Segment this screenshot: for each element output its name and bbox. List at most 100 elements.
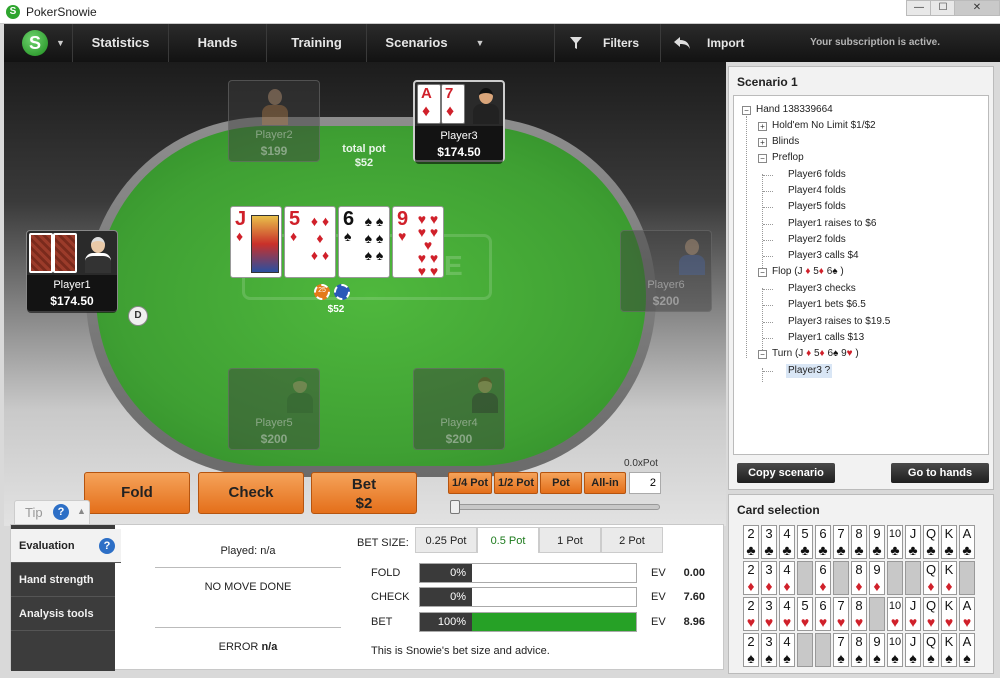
filters-button[interactable]: Filters [554, 24, 660, 62]
selectable-card[interactable]: J ♠ [905, 633, 921, 667]
selectable-card[interactable]: 7 ♠ [833, 633, 849, 667]
help-icon[interactable]: ? [99, 538, 115, 554]
minimize-button[interactable]: — [906, 0, 932, 16]
bet-slider-track[interactable] [450, 504, 660, 510]
tree-blinds[interactable]: Blinds [772, 135, 799, 149]
go-to-hands-button[interactable]: Go to hands [891, 463, 989, 483]
half-pot-button[interactable]: 1/2 Pot [494, 472, 538, 494]
selectable-card[interactable]: 9 ♠ [869, 633, 885, 667]
tree-turn[interactable]: Turn (J ♦ 5♦ 6♠ 9♥ ) [772, 347, 859, 361]
tip-tab[interactable]: Tip ? ▲ [14, 500, 90, 524]
seat-player4[interactable]: Player4 $200 [413, 368, 505, 450]
selectable-card[interactable]: 3 ♠ [761, 633, 777, 667]
logo-menu-caret-icon[interactable]: ▼ [56, 38, 65, 48]
pot-button[interactable]: Pot [540, 472, 582, 494]
chevron-up-icon[interactable]: ▲ [77, 506, 86, 516]
menu-scenarios[interactable]: Scenarios [366, 24, 466, 62]
tree-action[interactable]: Player1 raises to $6 [788, 217, 876, 231]
snowie-logo-button[interactable]: S [22, 30, 48, 56]
tree-action[interactable]: Player3 raises to $19.5 [788, 315, 890, 329]
selectable-card[interactable]: 10 ♠ [887, 633, 903, 667]
selectable-card[interactable]: 3 ♥ [761, 597, 777, 631]
seat-player6[interactable]: Player6 $200 [620, 230, 712, 312]
tree-action[interactable]: Player3 calls $4 [788, 249, 859, 263]
selectable-card[interactable]: 4 ♣ [779, 525, 795, 559]
tree-hand[interactable]: Hand 138339664 [756, 103, 833, 117]
tree-action[interactable]: Player1 bets $6.5 [788, 298, 866, 312]
selectable-card[interactable]: A ♠ [959, 633, 975, 667]
bet-size-tab-pot[interactable]: 1 Pot [539, 527, 601, 553]
selectable-card[interactable]: 8 ♠ [851, 633, 867, 667]
bet-size-tab-quarter[interactable]: 0.25 Pot [415, 527, 477, 553]
selectable-card[interactable]: 5 ♥ [797, 597, 813, 631]
selectable-card[interactable]: K ♣ [941, 525, 957, 559]
selectable-card[interactable]: 2 ♦ [743, 561, 759, 595]
fold-button[interactable]: Fold [84, 472, 190, 514]
selectable-card[interactable]: Q ♣ [923, 525, 939, 559]
selectable-card[interactable]: 2 ♥ [743, 597, 759, 631]
nav-hand-strength[interactable]: Hand strength [11, 563, 115, 597]
selectable-card[interactable] [959, 561, 975, 595]
selectable-card[interactable] [869, 597, 885, 631]
selectable-card[interactable]: Q ♥ [923, 597, 939, 631]
selectable-card[interactable]: K ♠ [941, 633, 957, 667]
scenarios-caret-icon[interactable]: ▼ [470, 24, 490, 62]
tree-expand-icon[interactable]: − [758, 268, 767, 277]
bet-size-tab-half[interactable]: 0.5 Pot [477, 527, 539, 553]
seat-player3[interactable]: A ♦ 7 ♦ Player3 $174.50 [413, 80, 505, 164]
menu-statistics[interactable]: Statistics [72, 24, 168, 62]
selectable-card[interactable]: 7 ♥ [833, 597, 849, 631]
selectable-card[interactable] [833, 561, 849, 595]
selectable-card[interactable]: 6 ♥ [815, 597, 831, 631]
selectable-card[interactable] [797, 561, 813, 595]
quarter-pot-button[interactable]: 1/4 Pot [448, 472, 492, 494]
selectable-card[interactable]: 6 ♦ [815, 561, 831, 595]
selectable-card[interactable]: Q ♠ [923, 633, 939, 667]
selectable-card[interactable]: J ♥ [905, 597, 921, 631]
all-in-button[interactable]: All-in [584, 472, 626, 494]
tree-expand-icon[interactable]: + [758, 138, 767, 147]
selectable-card[interactable]: 4 ♦ [779, 561, 795, 595]
selectable-card[interactable]: J ♣ [905, 525, 921, 559]
selectable-card[interactable]: 9 ♣ [869, 525, 885, 559]
selectable-card[interactable]: 4 ♠ [779, 633, 795, 667]
selectable-card[interactable]: 4 ♥ [779, 597, 795, 631]
close-button[interactable]: ✕ [954, 0, 1000, 16]
tree-game[interactable]: Hold'em No Limit $1/$2 [772, 119, 876, 133]
nav-evaluation[interactable]: Evaluation ? [11, 529, 121, 563]
tree-expand-icon[interactable]: − [758, 350, 767, 359]
seat-player1[interactable]: Player1 $174.50 [26, 230, 118, 313]
tree-action[interactable]: Player5 folds [788, 200, 846, 214]
seat-player5[interactable]: Player5 $200 [228, 368, 320, 450]
selectable-card[interactable]: 3 ♦ [761, 561, 777, 595]
selectable-card[interactable]: 10 ♥ [887, 597, 903, 631]
selectable-card[interactable]: K ♥ [941, 597, 957, 631]
selectable-card[interactable] [887, 561, 903, 595]
bet-button[interactable]: Bet $2 [311, 472, 417, 514]
tree-expand-icon[interactable]: − [742, 106, 751, 115]
selectable-card[interactable]: 9 ♦ [869, 561, 885, 595]
selectable-card[interactable]: Q ♦ [923, 561, 939, 595]
tree-action[interactable]: Player1 calls $13 [788, 331, 864, 345]
selectable-card[interactable]: K ♦ [941, 561, 957, 595]
selectable-card[interactable]: 3 ♣ [761, 525, 777, 559]
tree-preflop[interactable]: Preflop [772, 151, 804, 165]
selectable-card[interactable]: 2 ♣ [743, 525, 759, 559]
tree-expand-icon[interactable]: + [758, 122, 767, 131]
maximize-button[interactable]: ☐ [930, 0, 956, 16]
copy-scenario-button[interactable]: Copy scenario [737, 463, 835, 483]
selectable-card[interactable]: 8 ♣ [851, 525, 867, 559]
bet-slider-thumb[interactable] [450, 500, 460, 514]
selectable-card[interactable]: 7 ♣ [833, 525, 849, 559]
menu-hands[interactable]: Hands [168, 24, 266, 62]
selectable-card[interactable]: 2 ♠ [743, 633, 759, 667]
selectable-card[interactable] [815, 633, 831, 667]
selectable-card[interactable] [905, 561, 921, 595]
tree-action[interactable]: Player6 folds [788, 168, 846, 182]
selectable-card[interactable]: 8 ♦ [851, 561, 867, 595]
bet-size-tab-2pot[interactable]: 2 Pot [601, 527, 663, 553]
tree-action[interactable]: Player4 folds [788, 184, 846, 198]
tree-expand-icon[interactable]: − [758, 154, 767, 163]
tree-action[interactable]: Player2 folds [788, 233, 846, 247]
tree-action[interactable]: Player3 checks [788, 282, 856, 296]
